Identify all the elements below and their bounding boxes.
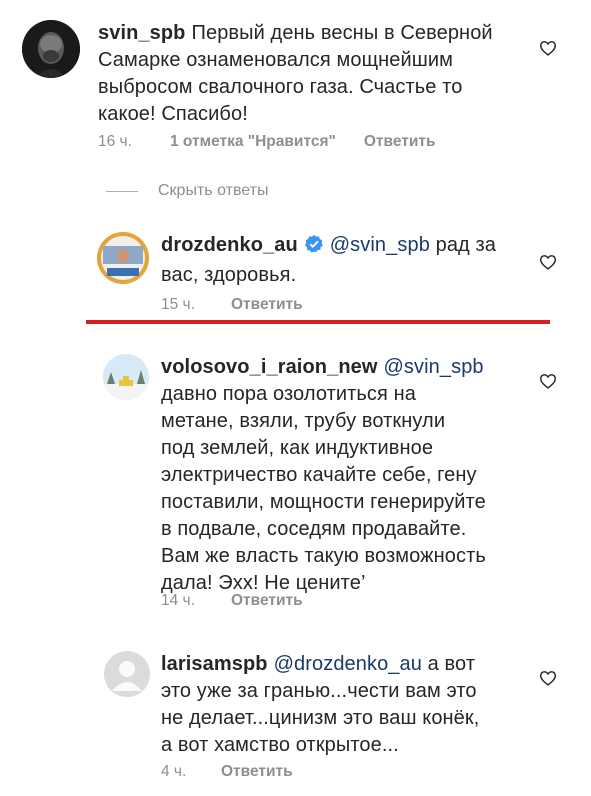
- comment-username[interactable]: larisamspb: [161, 653, 268, 675]
- comment-line: под землей, как индуктивное: [161, 437, 434, 459]
- reply-button[interactable]: Ответить: [231, 592, 303, 610]
- avatar[interactable]: [22, 20, 80, 78]
- comment-line: выбросом свалочного газа. Счастье то: [98, 76, 463, 98]
- likes-count[interactable]: 1 отметка "Нравится": [170, 133, 336, 151]
- comment-meta: 14 ч. Ответить: [161, 592, 303, 610]
- avatar-placeholder[interactable]: [104, 651, 150, 697]
- comment-time: 16 ч.: [98, 133, 132, 150]
- reply-button[interactable]: Ответить: [221, 763, 293, 781]
- verified-badge-icon: [304, 234, 324, 262]
- comment-line: это уже за гранью...чести вам это: [161, 680, 477, 702]
- comment-meta: 15 ч. Ответить: [161, 296, 303, 314]
- comment-line: не делает...цинизм это ваш конёк,: [161, 707, 480, 729]
- comment-text: svin_spb Первый день весны в Северной Сам…: [98, 20, 528, 128]
- avatar[interactable]: [103, 354, 149, 400]
- comment-line: а вот: [427, 653, 476, 675]
- comment-line: Вам же власть такую возможность: [161, 545, 486, 567]
- divider: [106, 190, 138, 192]
- comment-line: Самарке ознаменовался мощнейшим: [98, 49, 454, 71]
- comment-line: Первый день весны в Северной: [191, 22, 493, 44]
- mention-link[interactable]: @svin_spb: [330, 234, 430, 256]
- comment-line: метане, взяли, трубу воткнули: [161, 410, 446, 432]
- comment-line: в подвале, соседям продавайте.: [161, 518, 467, 540]
- mention-link[interactable]: @drozdenko_au: [274, 653, 422, 675]
- reply-button[interactable]: Ответить: [364, 133, 436, 151]
- comment-line: давно пора озолотиться на: [161, 383, 416, 405]
- comment-line: рад за: [435, 234, 496, 256]
- comment-line: а вот хамство открытое...: [161, 734, 399, 756]
- like-heart-icon[interactable]: [539, 670, 557, 686]
- avatar[interactable]: [97, 232, 149, 284]
- like-heart-icon[interactable]: [539, 40, 557, 56]
- comment-line: электричество качайте себе, гену: [161, 464, 477, 486]
- comment-line: какое! Спасибо!: [98, 103, 248, 125]
- like-heart-icon[interactable]: [539, 373, 557, 389]
- hide-replies-label: Скрыть ответы: [158, 182, 269, 199]
- comment-time: 15 ч.: [161, 296, 195, 313]
- comment-text: larisamspb @drozdenko_au а вот это уже за…: [161, 651, 541, 759]
- comment-meta: 4 ч. Ответить: [161, 763, 293, 781]
- comment-line: поставили, мощности генерируйте: [161, 491, 486, 513]
- reply-button[interactable]: Ответить: [231, 296, 303, 314]
- comment-time: 14 ч.: [161, 592, 195, 609]
- comment-line: вас, здоровья.: [161, 264, 297, 286]
- comment-username[interactable]: volosovo_i_raion_new: [161, 356, 378, 378]
- comment-time: 4 ч.: [161, 763, 187, 780]
- highlight-underline: [86, 320, 550, 324]
- comment-username[interactable]: svin_spb: [98, 22, 186, 44]
- hide-replies-button[interactable]: Скрыть ответы: [106, 182, 268, 200]
- comment-username[interactable]: drozdenko_au: [161, 234, 298, 256]
- like-heart-icon[interactable]: [539, 254, 557, 270]
- mention-link[interactable]: @svin_spb: [384, 356, 484, 378]
- comment-meta: 16 ч. 1 отметка "Нравится" Ответить: [98, 133, 436, 151]
- comment-text: volosovo_i_raion_new @svin_spb давно пора…: [161, 354, 541, 597]
- comment-text: drozdenko_au @svin_spb рад за вас, здоров…: [161, 232, 531, 289]
